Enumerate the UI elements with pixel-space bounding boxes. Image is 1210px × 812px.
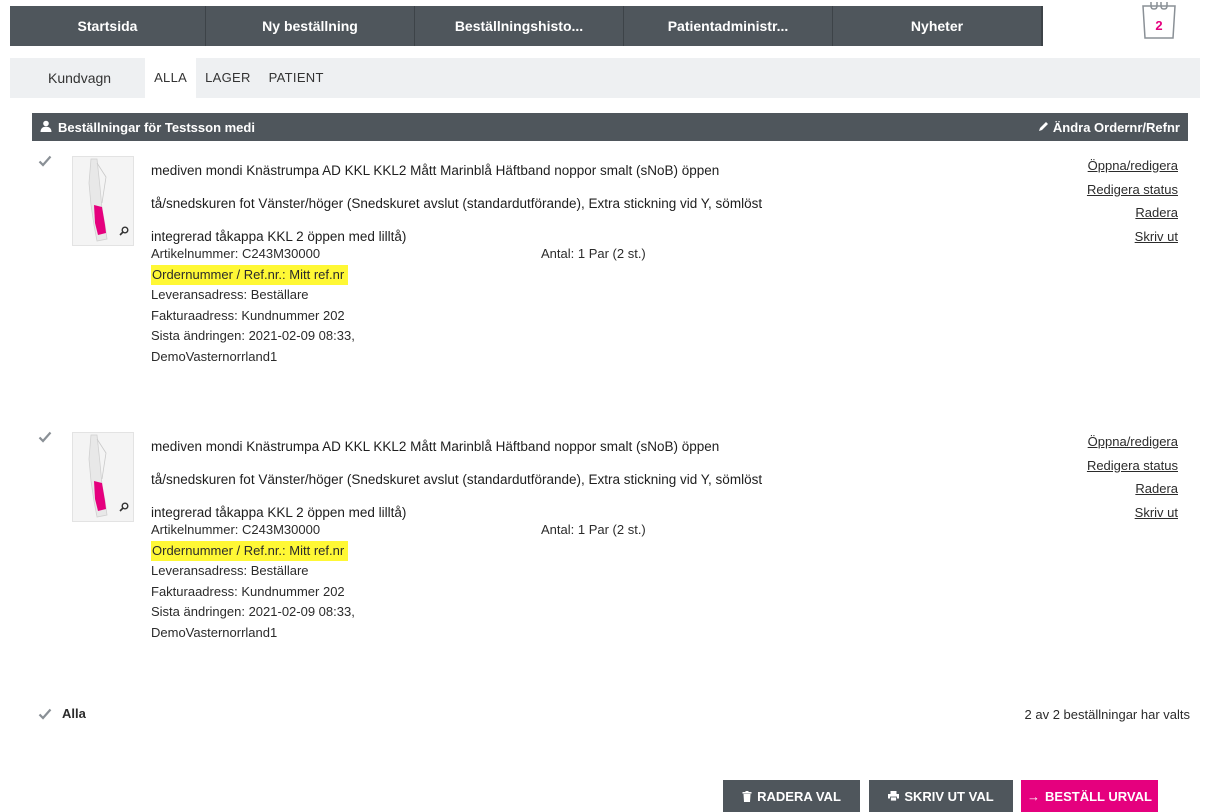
order-selected-label: BESTÄLL URVAL bbox=[1045, 788, 1152, 804]
delivery-address: Leveransadress: Beställare bbox=[151, 287, 309, 302]
description-line: tå/snedskuren fot Vänster/höger (Snedsku… bbox=[151, 196, 763, 211]
delete-link[interactable]: Radera bbox=[1087, 201, 1178, 225]
product-description: mediven mondi Knästrumpa AD KKL KKL2 Måt… bbox=[151, 430, 951, 529]
delete-link[interactable]: Radera bbox=[1087, 477, 1178, 501]
magnifier-icon[interactable] bbox=[119, 223, 129, 241]
orders-header: Beställningar för Testsson medi Ändra Or… bbox=[32, 113, 1188, 141]
product-thumbnail[interactable] bbox=[72, 432, 134, 522]
order-quantity: Antal: 1 Par (2 st.) bbox=[541, 246, 646, 261]
arrow-right-icon: → bbox=[1027, 788, 1041, 804]
tab-patient[interactable]: PATIENT bbox=[260, 58, 333, 98]
description-line: tå/snedskuren fot Vänster/höger (Snedsku… bbox=[151, 472, 763, 487]
nav-item-nyheter[interactable]: Nyheter bbox=[833, 6, 1042, 46]
user-icon bbox=[40, 120, 52, 135]
print-selected-button[interactable]: SKRIV UT VAL bbox=[869, 780, 1013, 812]
checkmark-icon bbox=[38, 708, 52, 720]
nav-item-startsida[interactable]: Startsida bbox=[10, 6, 206, 46]
cart-button[interactable]: 2 bbox=[1042, 2, 1200, 46]
description-line: mediven mondi Knästrumpa AD KKL KKL2 Måt… bbox=[151, 439, 720, 454]
order-quantity: Antal: 1 Par (2 st.) bbox=[541, 522, 646, 537]
product-description: mediven mondi Knästrumpa AD KKL KKL2 Måt… bbox=[151, 154, 951, 253]
order-details: Artikelnummer: C243M30000 Ordernummer / … bbox=[151, 244, 451, 367]
order-reference: Ordernummer / Ref.nr.: Mitt ref.nr bbox=[151, 540, 349, 561]
last-changed: Sista ändringen: 2021-02-09 08:33, bbox=[151, 328, 355, 343]
product-thumbnail[interactable] bbox=[72, 156, 134, 246]
edit-order-ref-button[interactable]: Ändra Ordernr/Refnr bbox=[1038, 120, 1180, 135]
tab-lager[interactable]: LAGER bbox=[196, 58, 260, 98]
nav-item-ny-bestallning[interactable]: Ny beställning bbox=[206, 6, 415, 46]
nav-item-bestallningshistorik[interactable]: Beställningshisto... bbox=[415, 6, 624, 46]
cart-count-badge: 2 bbox=[1155, 18, 1163, 33]
description-line: mediven mondi Knästrumpa AD KKL KKL2 Måt… bbox=[151, 163, 720, 178]
orders-header-title: Beställningar för Testsson medi bbox=[58, 119, 255, 135]
last-changed-user: DemoVasternorrland1 bbox=[151, 348, 278, 364]
pencil-icon bbox=[1038, 120, 1049, 135]
delivery-address: Leveransadress: Beställare bbox=[151, 563, 309, 578]
subnav-title: Kundvagn bbox=[48, 70, 112, 86]
open-edit-link[interactable]: Öppna/redigera bbox=[1087, 154, 1178, 178]
order-actions: Öppna/redigera Redigera status Radera Sk… bbox=[1087, 430, 1178, 524]
order-item: mediven mondi Knästrumpa AD KKL KKL2 Måt… bbox=[32, 430, 1188, 660]
last-changed-user: DemoVasternorrland1 bbox=[151, 624, 278, 640]
order-reference: Ordernummer / Ref.nr.: Mitt ref.nr bbox=[151, 264, 349, 285]
invoice-address: Fakturaadress: Kundnummer 202 bbox=[151, 583, 345, 599]
checkmark-icon bbox=[38, 155, 52, 167]
open-edit-link[interactable]: Öppna/redigera bbox=[1087, 430, 1178, 454]
edit-status-link[interactable]: Redigera status bbox=[1087, 178, 1178, 202]
order-selected-button[interactable]: → BESTÄLL URVAL bbox=[1021, 780, 1158, 812]
order-details: Artikelnummer: C243M30000 Ordernummer / … bbox=[151, 520, 451, 643]
trash-icon bbox=[742, 790, 752, 802]
tab-alla[interactable]: ALLA bbox=[145, 58, 197, 98]
select-all-checkbox[interactable]: Alla bbox=[38, 706, 86, 721]
order-checkbox[interactable] bbox=[38, 430, 54, 446]
order-actions: Öppna/redigera Redigera status Radera Sk… bbox=[1087, 154, 1178, 248]
delete-selected-label: RADERA VAL bbox=[757, 788, 841, 804]
delete-selected-button[interactable]: RADERA VAL bbox=[723, 780, 860, 812]
checkmark-icon bbox=[38, 431, 52, 443]
print-link[interactable]: Skriv ut bbox=[1087, 501, 1178, 525]
last-changed: Sista ändringen: 2021-02-09 08:33, bbox=[151, 604, 355, 619]
print-selected-label: SKRIV UT VAL bbox=[904, 788, 994, 804]
sub-navigation: Kundvagn ALLA LAGER PATIENT bbox=[10, 58, 1200, 98]
invoice-address: Fakturaadress: Kundnummer 202 bbox=[151, 307, 345, 323]
nav-item-patientadministration[interactable]: Patientadministr... bbox=[624, 6, 833, 46]
article-number: Artikelnummer: C243M30000 bbox=[151, 246, 321, 261]
selected-count-text: 2 av 2 beställningar har valts bbox=[1024, 707, 1190, 722]
printer-icon bbox=[888, 791, 900, 801]
article-number: Artikelnummer: C243M30000 bbox=[151, 522, 321, 537]
top-navigation: Startsida Ny beställning Beställningshis… bbox=[10, 2, 1200, 46]
order-item: mediven mondi Knästrumpa AD KKL KKL2 Måt… bbox=[32, 154, 1188, 384]
print-link[interactable]: Skriv ut bbox=[1087, 225, 1178, 249]
order-checkbox[interactable] bbox=[38, 154, 54, 170]
edit-status-link[interactable]: Redigera status bbox=[1087, 454, 1178, 478]
edit-order-ref-label: Ändra Ordernr/Refnr bbox=[1052, 119, 1180, 135]
select-all-label: Alla bbox=[62, 706, 86, 721]
magnifier-icon[interactable] bbox=[119, 499, 129, 517]
cart-icon[interactable]: 2 bbox=[1137, 0, 1181, 40]
